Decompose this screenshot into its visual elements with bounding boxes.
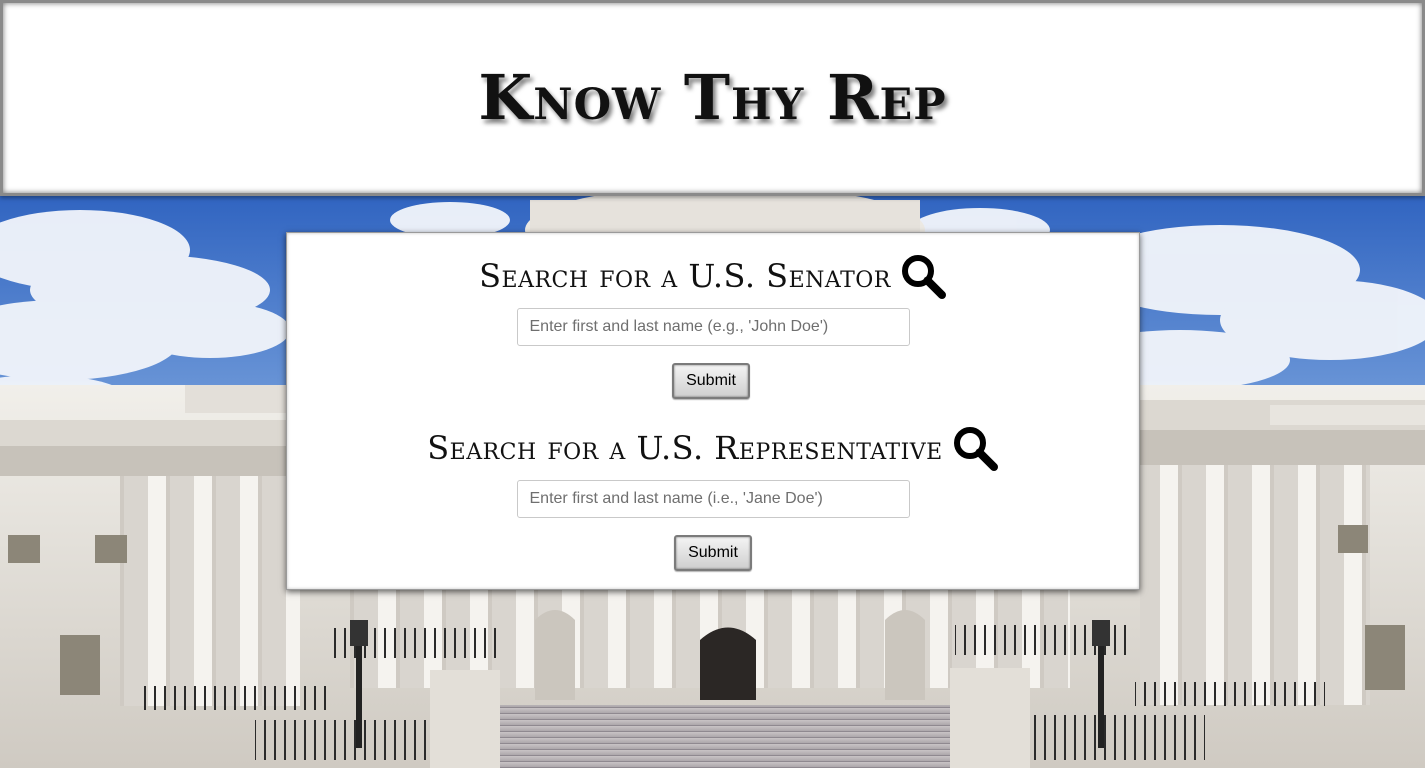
representative-search-section: Search for a U.S. Representative Submit xyxy=(287,423,1139,571)
senator-search-heading: Search for a U.S. Senator xyxy=(479,257,891,295)
site-title: Know Thy Rep xyxy=(478,60,947,134)
search-icon xyxy=(899,252,947,300)
search-panel: Search for a U.S. Senator Submit Search … xyxy=(286,232,1140,590)
search-icon xyxy=(951,424,999,472)
representative-search-heading: Search for a U.S. Representative xyxy=(427,429,943,467)
representative-name-input[interactable] xyxy=(516,480,910,518)
representative-submit-button[interactable]: Submit xyxy=(674,535,752,571)
senator-name-input[interactable] xyxy=(516,308,910,346)
representative-heading-row: Search for a U.S. Representative xyxy=(427,423,998,473)
senator-search-section: Search for a U.S. Senator Submit xyxy=(287,251,1139,399)
senator-submit-button[interactable]: Submit xyxy=(672,363,750,399)
senator-heading-row: Search for a U.S. Senator xyxy=(479,251,947,301)
site-header: Know Thy Rep xyxy=(0,0,1425,196)
